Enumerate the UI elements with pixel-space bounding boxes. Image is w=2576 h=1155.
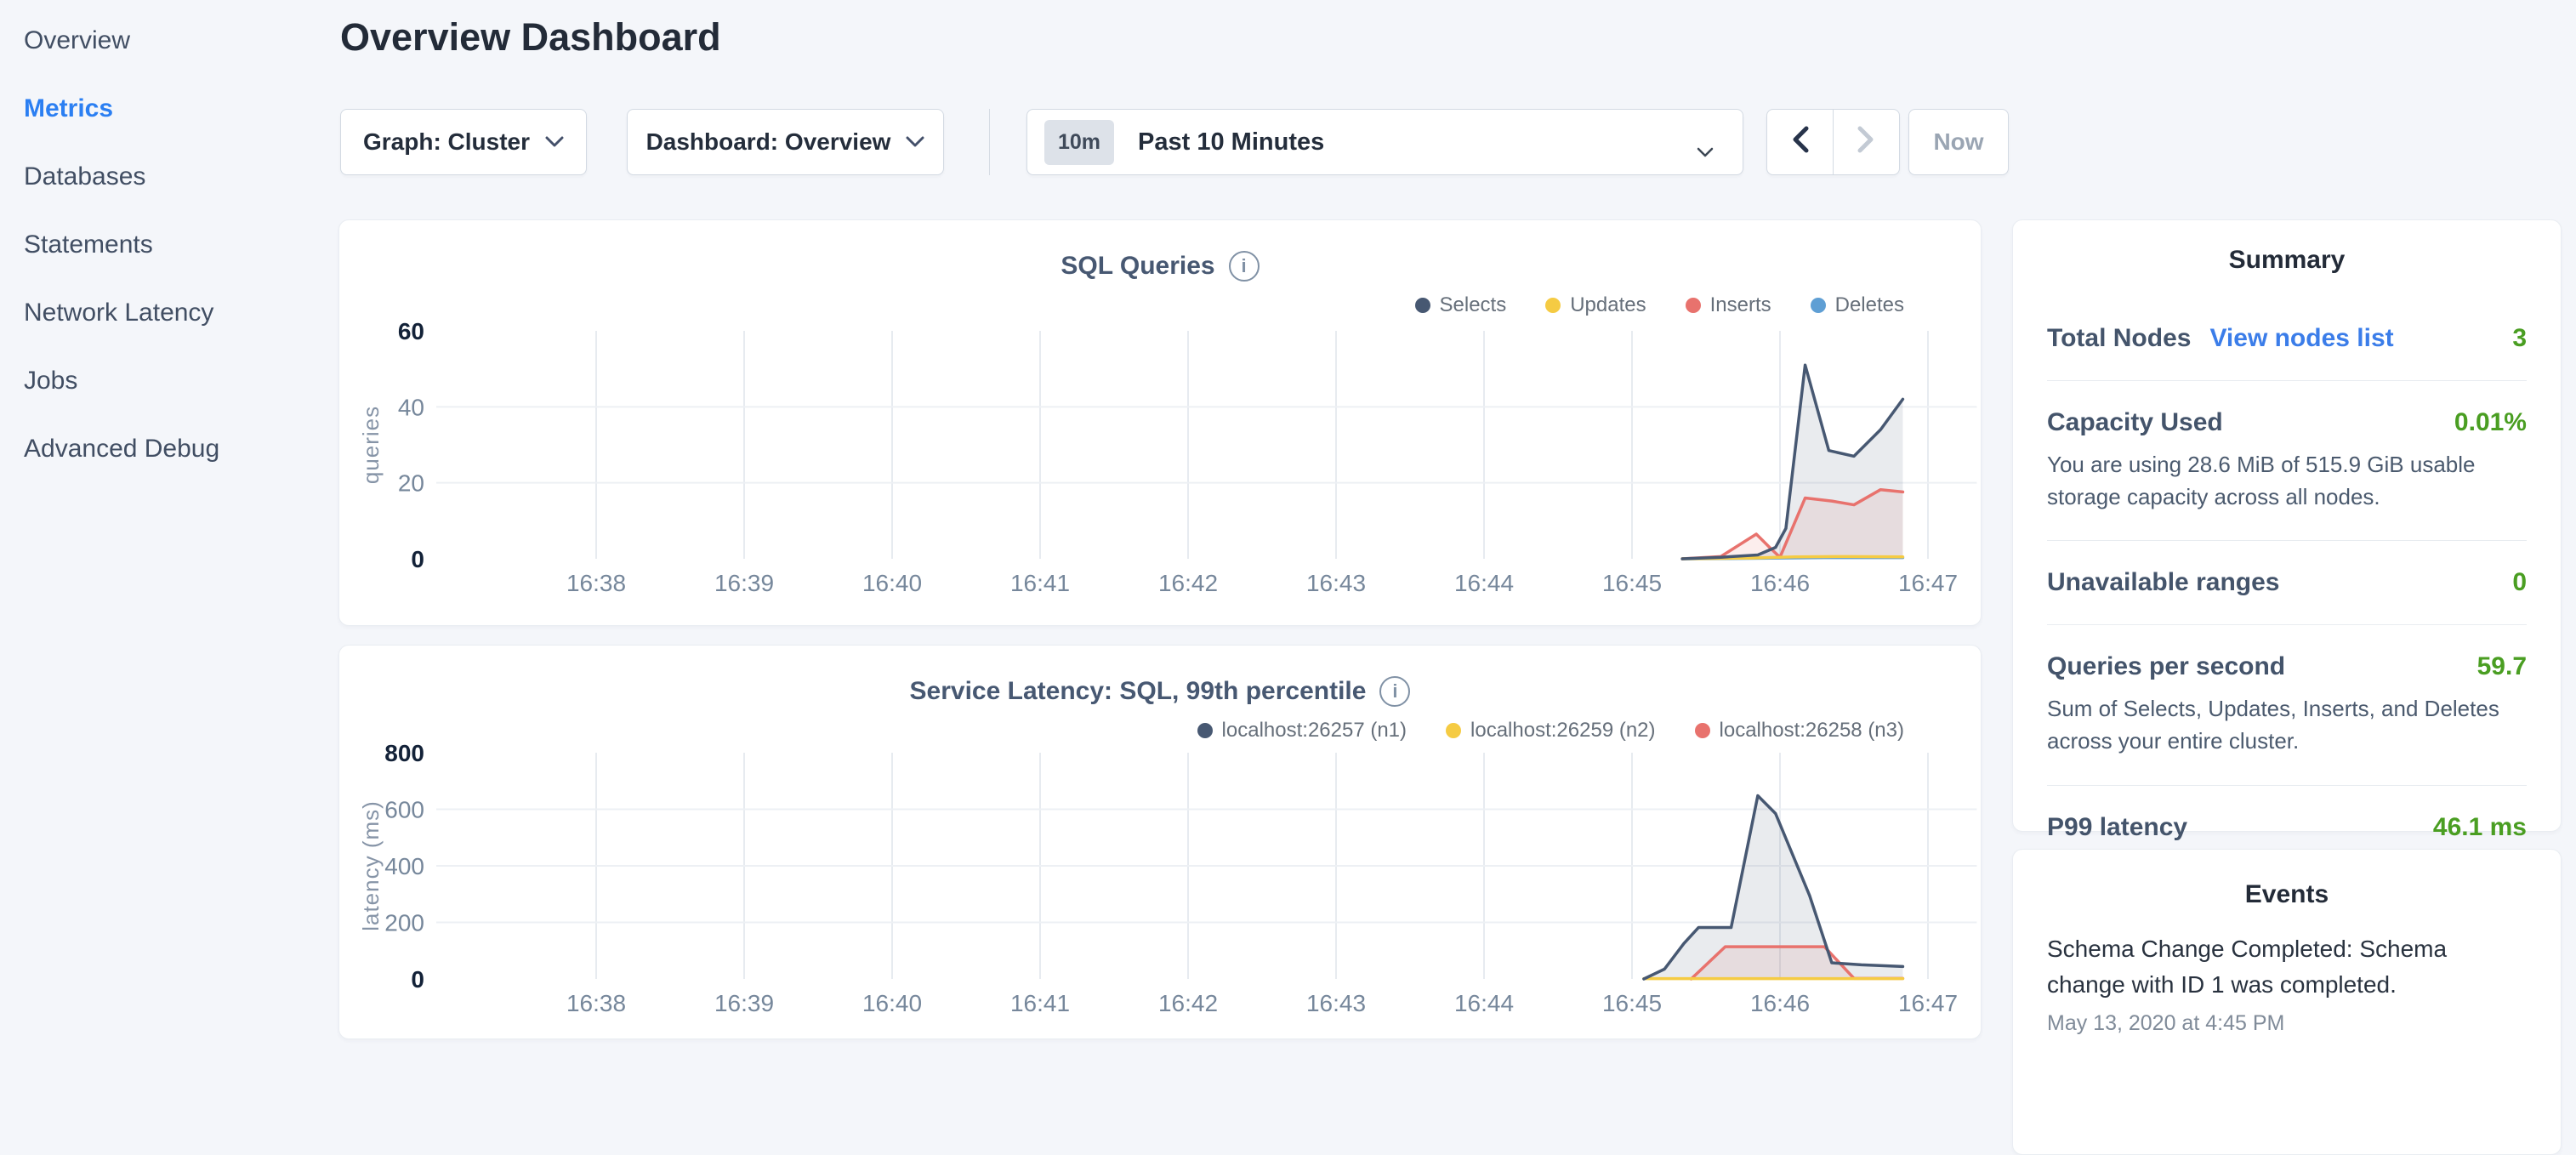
y-tick-label: 20	[398, 470, 424, 497]
chevron-down-icon	[545, 136, 564, 148]
events-title: Events	[2047, 880, 2527, 909]
sidebar-item-jobs[interactable]: Jobs	[24, 347, 338, 415]
x-tick-label: 16:40	[862, 990, 922, 1016]
x-tick-label: 16:44	[1454, 990, 1514, 1016]
summary-description: You are using 28.6 MiB of 515.9 GiB usab…	[2047, 449, 2527, 513]
sidebar-item-advanced-debug[interactable]: Advanced Debug	[24, 415, 338, 483]
y-tick-label: 0	[411, 546, 424, 572]
chart-series-area	[1644, 796, 1902, 979]
time-step-forward-button[interactable]	[1834, 125, 1899, 160]
summary-label: Queries per second	[2047, 652, 2285, 681]
chevron-right-icon	[1856, 125, 1876, 160]
x-tick-label: 16:41	[1010, 990, 1070, 1016]
sidebar-item-statements[interactable]: Statements	[24, 211, 338, 279]
y-tick-label: 400	[384, 853, 424, 879]
summary-row-capacity-used: Capacity Used 0.01% You are using 28.6 M…	[2047, 381, 2527, 541]
x-tick-label: 16:38	[566, 990, 626, 1016]
event-timestamp: May 13, 2020 at 4:45 PM	[2047, 1011, 2527, 1036]
y-tick-label: 0	[411, 966, 424, 993]
sidebar-item-metrics[interactable]: Metrics	[24, 75, 338, 143]
summary-row-queries-per-second: Queries per second 59.7 Sum of Selects, …	[2047, 625, 2527, 785]
x-tick-label: 16:46	[1750, 990, 1810, 1016]
summary-value: 59.7	[2477, 652, 2527, 681]
summary-label: Total Nodes	[2047, 324, 2191, 353]
time-window-badge: 10m	[1044, 120, 1114, 165]
sidebar-item-databases[interactable]: Databases	[24, 143, 338, 211]
x-tick-label: 16:44	[1454, 570, 1514, 596]
y-tick-label: 40	[398, 394, 424, 420]
now-button-label: Now	[1933, 128, 1983, 156]
summary-value: 0.01%	[2454, 408, 2527, 437]
event-text: Schema Change Completed: Schema change w…	[2047, 931, 2527, 1003]
event-list-item: Schema Change Completed: Schema change w…	[2047, 931, 2527, 1036]
dashboard-dropdown[interactable]: Dashboard: Overview	[627, 109, 944, 175]
x-tick-label: 16:42	[1158, 570, 1218, 596]
x-tick-label: 16:43	[1306, 570, 1366, 596]
x-tick-label: 16:38	[566, 570, 626, 596]
time-window-label: Past 10 Minutes	[1138, 128, 1324, 156]
sql-queries-chart-plot[interactable]: 16:38 16:39 16:40 16:41 16:42 16:43 16:44 16:45…	[339, 220, 1982, 627]
x-tick-label: 16:40	[862, 570, 922, 596]
service-latency-chart-plot[interactable]: 16:38 16:39 16:40 16:41 16:42 16:43 16:44 16:45…	[339, 646, 1982, 1040]
time-window-selector[interactable]: 10m Past 10 Minutes	[1026, 109, 1743, 175]
sidebar-item-overview[interactable]: Overview	[24, 7, 338, 75]
sidebar-item-network-latency[interactable]: Network Latency	[24, 279, 338, 347]
chevron-down-icon	[1697, 137, 1714, 164]
x-tick-label: 16:47	[1898, 570, 1958, 596]
sidebar: Overview Metrics Databases Statements Ne…	[0, 0, 338, 1051]
x-tick-label: 16:47	[1898, 990, 1958, 1016]
y-tick-label: 800	[384, 740, 424, 766]
now-button[interactable]: Now	[1908, 109, 2009, 175]
x-tick-label: 16:46	[1750, 570, 1810, 596]
x-tick-label: 16:45	[1602, 570, 1662, 596]
time-step-back-button[interactable]	[1767, 125, 1833, 160]
chevron-down-icon	[906, 136, 924, 148]
y-axis-unit-label: latency (ms)	[358, 800, 384, 931]
x-tick-label: 16:39	[714, 570, 774, 596]
view-nodes-list-link[interactable]: View nodes list	[2209, 324, 2393, 353]
graph-dropdown-label: Graph: Cluster	[363, 128, 530, 156]
x-tick-label: 16:45	[1602, 990, 1662, 1016]
summary-row-total-nodes: Total Nodes View nodes list 3	[2047, 297, 2527, 381]
x-tick-label: 16:41	[1010, 570, 1070, 596]
y-tick-label: 200	[384, 910, 424, 936]
summary-title: Summary	[2047, 246, 2527, 275]
summary-row-unavailable-ranges: Unavailable ranges 0	[2047, 541, 2527, 625]
sql-queries-chart-card: SQL Queries i SelectsUpdatesInsertsDelet…	[338, 219, 1982, 626]
summary-value: 0	[2512, 568, 2527, 597]
summary-value: 3	[2512, 324, 2527, 353]
x-tick-label: 16:43	[1306, 990, 1366, 1016]
graph-dropdown[interactable]: Graph: Cluster	[340, 109, 587, 175]
chevron-left-icon	[1790, 125, 1811, 160]
dashboard-dropdown-label: Dashboard: Overview	[646, 128, 891, 156]
summary-panel: Summary Total Nodes View nodes list 3 Ca…	[2012, 219, 2562, 832]
summary-value: 46.1 ms	[2433, 813, 2527, 842]
summary-description: Sum of Selects, Updates, Inserts, and De…	[2047, 693, 2527, 757]
summary-label: Unavailable ranges	[2047, 568, 2279, 597]
time-step-buttons	[1766, 109, 1900, 175]
y-tick-label: 60	[398, 318, 424, 344]
events-panel: Events Schema Change Completed: Schema c…	[2012, 849, 2562, 1155]
y-axis-unit-label: queries	[358, 406, 384, 484]
y-tick-label: 600	[384, 797, 424, 823]
x-tick-label: 16:39	[714, 990, 774, 1016]
x-tick-label: 16:42	[1158, 990, 1218, 1016]
summary-label: Capacity Used	[2047, 408, 2223, 437]
service-latency-chart-card: Service Latency: SQL, 99th percentile i …	[338, 645, 1982, 1039]
page-title: Overview Dashboard	[340, 15, 721, 60]
controls-divider	[989, 109, 990, 175]
summary-label: P99 latency	[2047, 813, 2187, 842]
